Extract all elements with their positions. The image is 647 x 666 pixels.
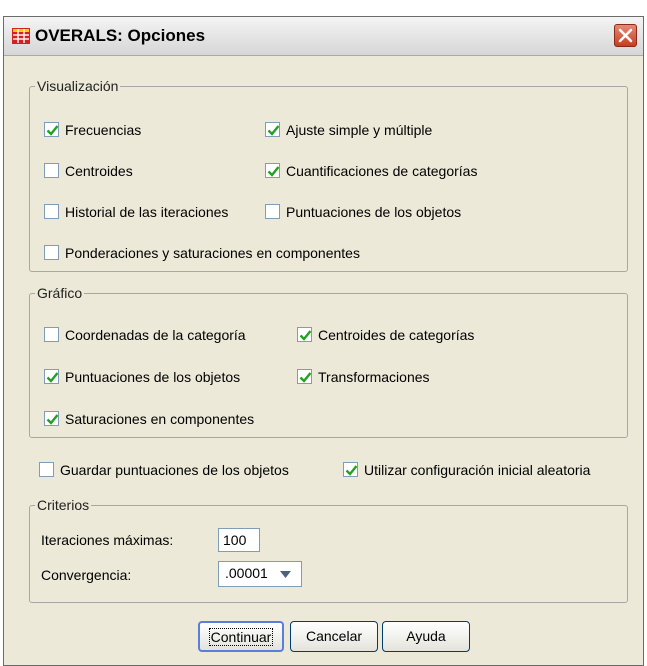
checkbox-box — [297, 369, 312, 384]
plot-group-legend: Gráfico — [35, 285, 85, 301]
max-iterations-input[interactable]: 100 — [218, 528, 260, 552]
close-icon — [618, 28, 633, 43]
random-initial-config-label: Utilizar configuración inicial aleatoria — [364, 462, 591, 478]
category-centroids-label: Centroides de categorías — [318, 327, 475, 343]
checkbox-box — [44, 245, 59, 260]
centroids-label: Centroides — [65, 163, 133, 179]
checkbox-box — [44, 122, 59, 137]
help-button-label: Ayuda — [406, 628, 446, 644]
plot-component-loadings-label: Saturaciones en componentes — [65, 411, 255, 427]
continue-button[interactable]: Continuar — [198, 621, 284, 652]
checkmark-icon — [345, 465, 358, 476]
checkbox-box — [343, 462, 358, 477]
checkbox-box — [44, 327, 59, 342]
iteration-history-label: Historial de las iteraciones — [65, 204, 229, 220]
checkmark-icon — [46, 414, 59, 425]
display-group-legend: Visualización — [35, 78, 121, 94]
category-quantifications-label: Cuantificaciones de categorías — [286, 163, 478, 179]
cancel-button[interactable]: Cancelar — [290, 621, 378, 652]
window-title: OVERALS: Opciones — [35, 26, 206, 45]
category-coordinates-label: Coordenadas de la categoría — [65, 327, 246, 343]
checkmark-icon — [46, 125, 59, 136]
chevron-down-icon — [280, 571, 291, 578]
object-scores-label: Puntuaciones de los objetos — [286, 204, 462, 220]
checkbox-box — [44, 411, 59, 426]
frequencies-label: Frecuencias — [65, 122, 142, 138]
background-strip — [0, 0, 647, 16]
checkbox-box — [44, 163, 59, 178]
checkmark-icon — [299, 330, 312, 341]
checkbox-box — [265, 163, 280, 178]
criteria-group-legend: Criterios — [35, 497, 92, 513]
max-iterations-label: Iteraciones máximas: — [41, 532, 174, 548]
plot-object-scores-label: Puntuaciones de los objetos — [65, 369, 241, 385]
convergence-select[interactable]: .00001 — [218, 561, 302, 587]
checkbox-box — [44, 369, 59, 384]
convergence-value: .00001 — [225, 565, 268, 581]
help-button[interactable]: Ayuda — [382, 621, 470, 652]
grid-table-icon — [12, 28, 30, 44]
checkbox-box — [39, 462, 54, 477]
component-loadings-label: Ponderaciones y saturaciones en componen… — [65, 245, 360, 261]
checkmark-icon — [299, 372, 312, 383]
checkbox-box — [44, 204, 59, 219]
plot-group: Gráfico Coordenadas de la categoría Cent… — [29, 285, 628, 438]
continue-button-label: Continuar — [208, 628, 274, 646]
checkbox-box — [265, 204, 280, 219]
save-object-scores-label: Guardar puntuaciones de los objetos — [60, 462, 289, 478]
cancel-button-label: Cancelar — [305, 628, 363, 644]
checkmark-icon — [267, 166, 280, 177]
options-dialog: OVERALS: Opciones Visualización Frecuenc… — [3, 16, 644, 666]
convergence-label: Convergencia: — [41, 567, 132, 583]
simple-multiple-fit-label: Ajuste simple y múltiple — [286, 122, 433, 138]
criteria-group: Criterios Iteraciones máximas: 100 Conve… — [29, 497, 628, 603]
title-bar: OVERALS: Opciones — [4, 17, 643, 56]
transformations-label: Transformaciones — [318, 369, 430, 385]
checkmark-icon — [267, 125, 280, 136]
close-button[interactable] — [614, 24, 637, 47]
checkbox-box — [265, 122, 280, 137]
checkbox-box — [297, 327, 312, 342]
display-group: Visualización Frecuencias Ajuste simple … — [29, 78, 628, 272]
checkmark-icon — [46, 372, 59, 383]
